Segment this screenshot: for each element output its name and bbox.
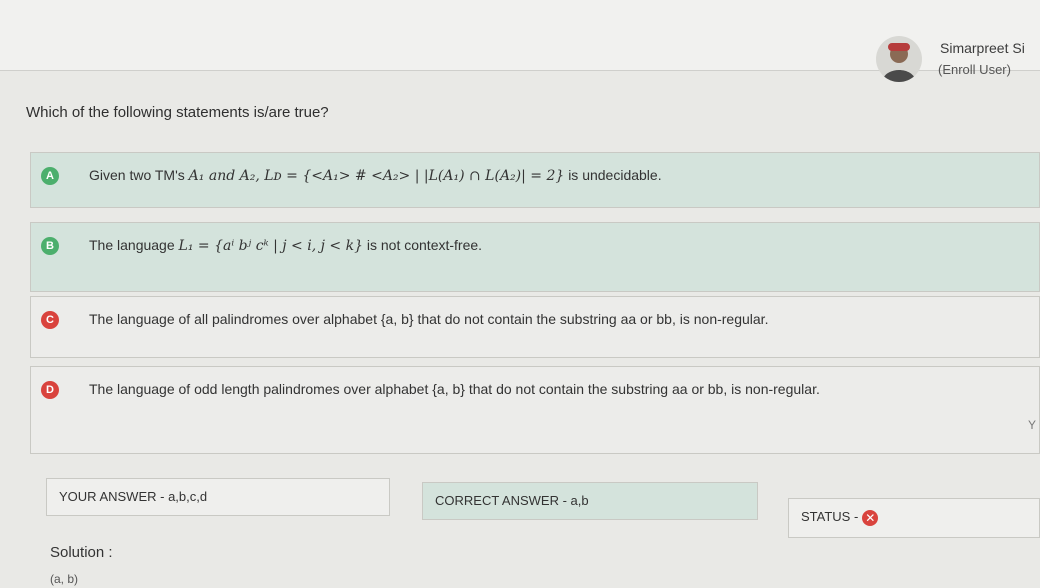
- avatar-icon: [882, 43, 916, 82]
- status-box: STATUS - ✕: [788, 498, 1040, 538]
- option-d-text: The language of odd length palindromes o…: [89, 381, 820, 397]
- option-d: D The language of odd length palindromes…: [30, 366, 1040, 454]
- option-c-text: The language of all palindromes over alp…: [89, 311, 769, 327]
- correct-answer-box: CORRECT ANSWER - a,b: [422, 482, 758, 520]
- option-b: B The language L₁ = {aⁱ bʲ cᵏ | j < i, j…: [30, 222, 1040, 292]
- option-b-pre: The language: [89, 237, 175, 253]
- option-b-post: is not context-free.: [366, 237, 483, 253]
- option-b-badge: B: [41, 237, 59, 255]
- option-d-badge: D: [41, 381, 59, 399]
- solution-value: (a, b): [50, 572, 79, 586]
- x-icon: ✕: [862, 509, 879, 526]
- option-a-pre: Given two TM's: [89, 167, 185, 183]
- your-answer-box: YOUR ANSWER - a,b,c,d: [46, 478, 390, 516]
- side-letter: Y: [1028, 418, 1037, 432]
- option-b-text: The language L₁ = {aⁱ bʲ cᵏ | j < i, j <…: [89, 237, 869, 254]
- option-a-text: Given two TM's A₁ and A₂, Lᴅ = {<A₁> # <…: [89, 167, 869, 184]
- user-avatar[interactable]: [876, 36, 922, 82]
- solution-label: Solution :: [50, 544, 113, 561]
- option-a-post: is undecidable.: [568, 167, 662, 183]
- top-bar: Simarpreet Si (Enroll User): [0, 0, 1040, 82]
- status-label: STATUS -: [801, 509, 859, 524]
- option-a-math: A₁ and A₂, Lᴅ = {<A₁> # <A₂> | |L(A₁) ∩ …: [188, 168, 565, 184]
- option-a: A Given two TM's A₁ and A₂, Lᴅ = {<A₁> #…: [30, 152, 1040, 208]
- question-text: Which of the following statements is/are…: [26, 104, 329, 121]
- option-c-badge: C: [41, 311, 59, 329]
- option-a-badge: A: [41, 167, 59, 185]
- option-c: C The language of all palindromes over a…: [30, 296, 1040, 358]
- user-name: Simarpreet Si: [940, 40, 1025, 56]
- option-b-math: L₁ = {aⁱ bʲ cᵏ | j < i, j < k}: [178, 238, 363, 254]
- user-role: (Enroll User): [938, 62, 1011, 77]
